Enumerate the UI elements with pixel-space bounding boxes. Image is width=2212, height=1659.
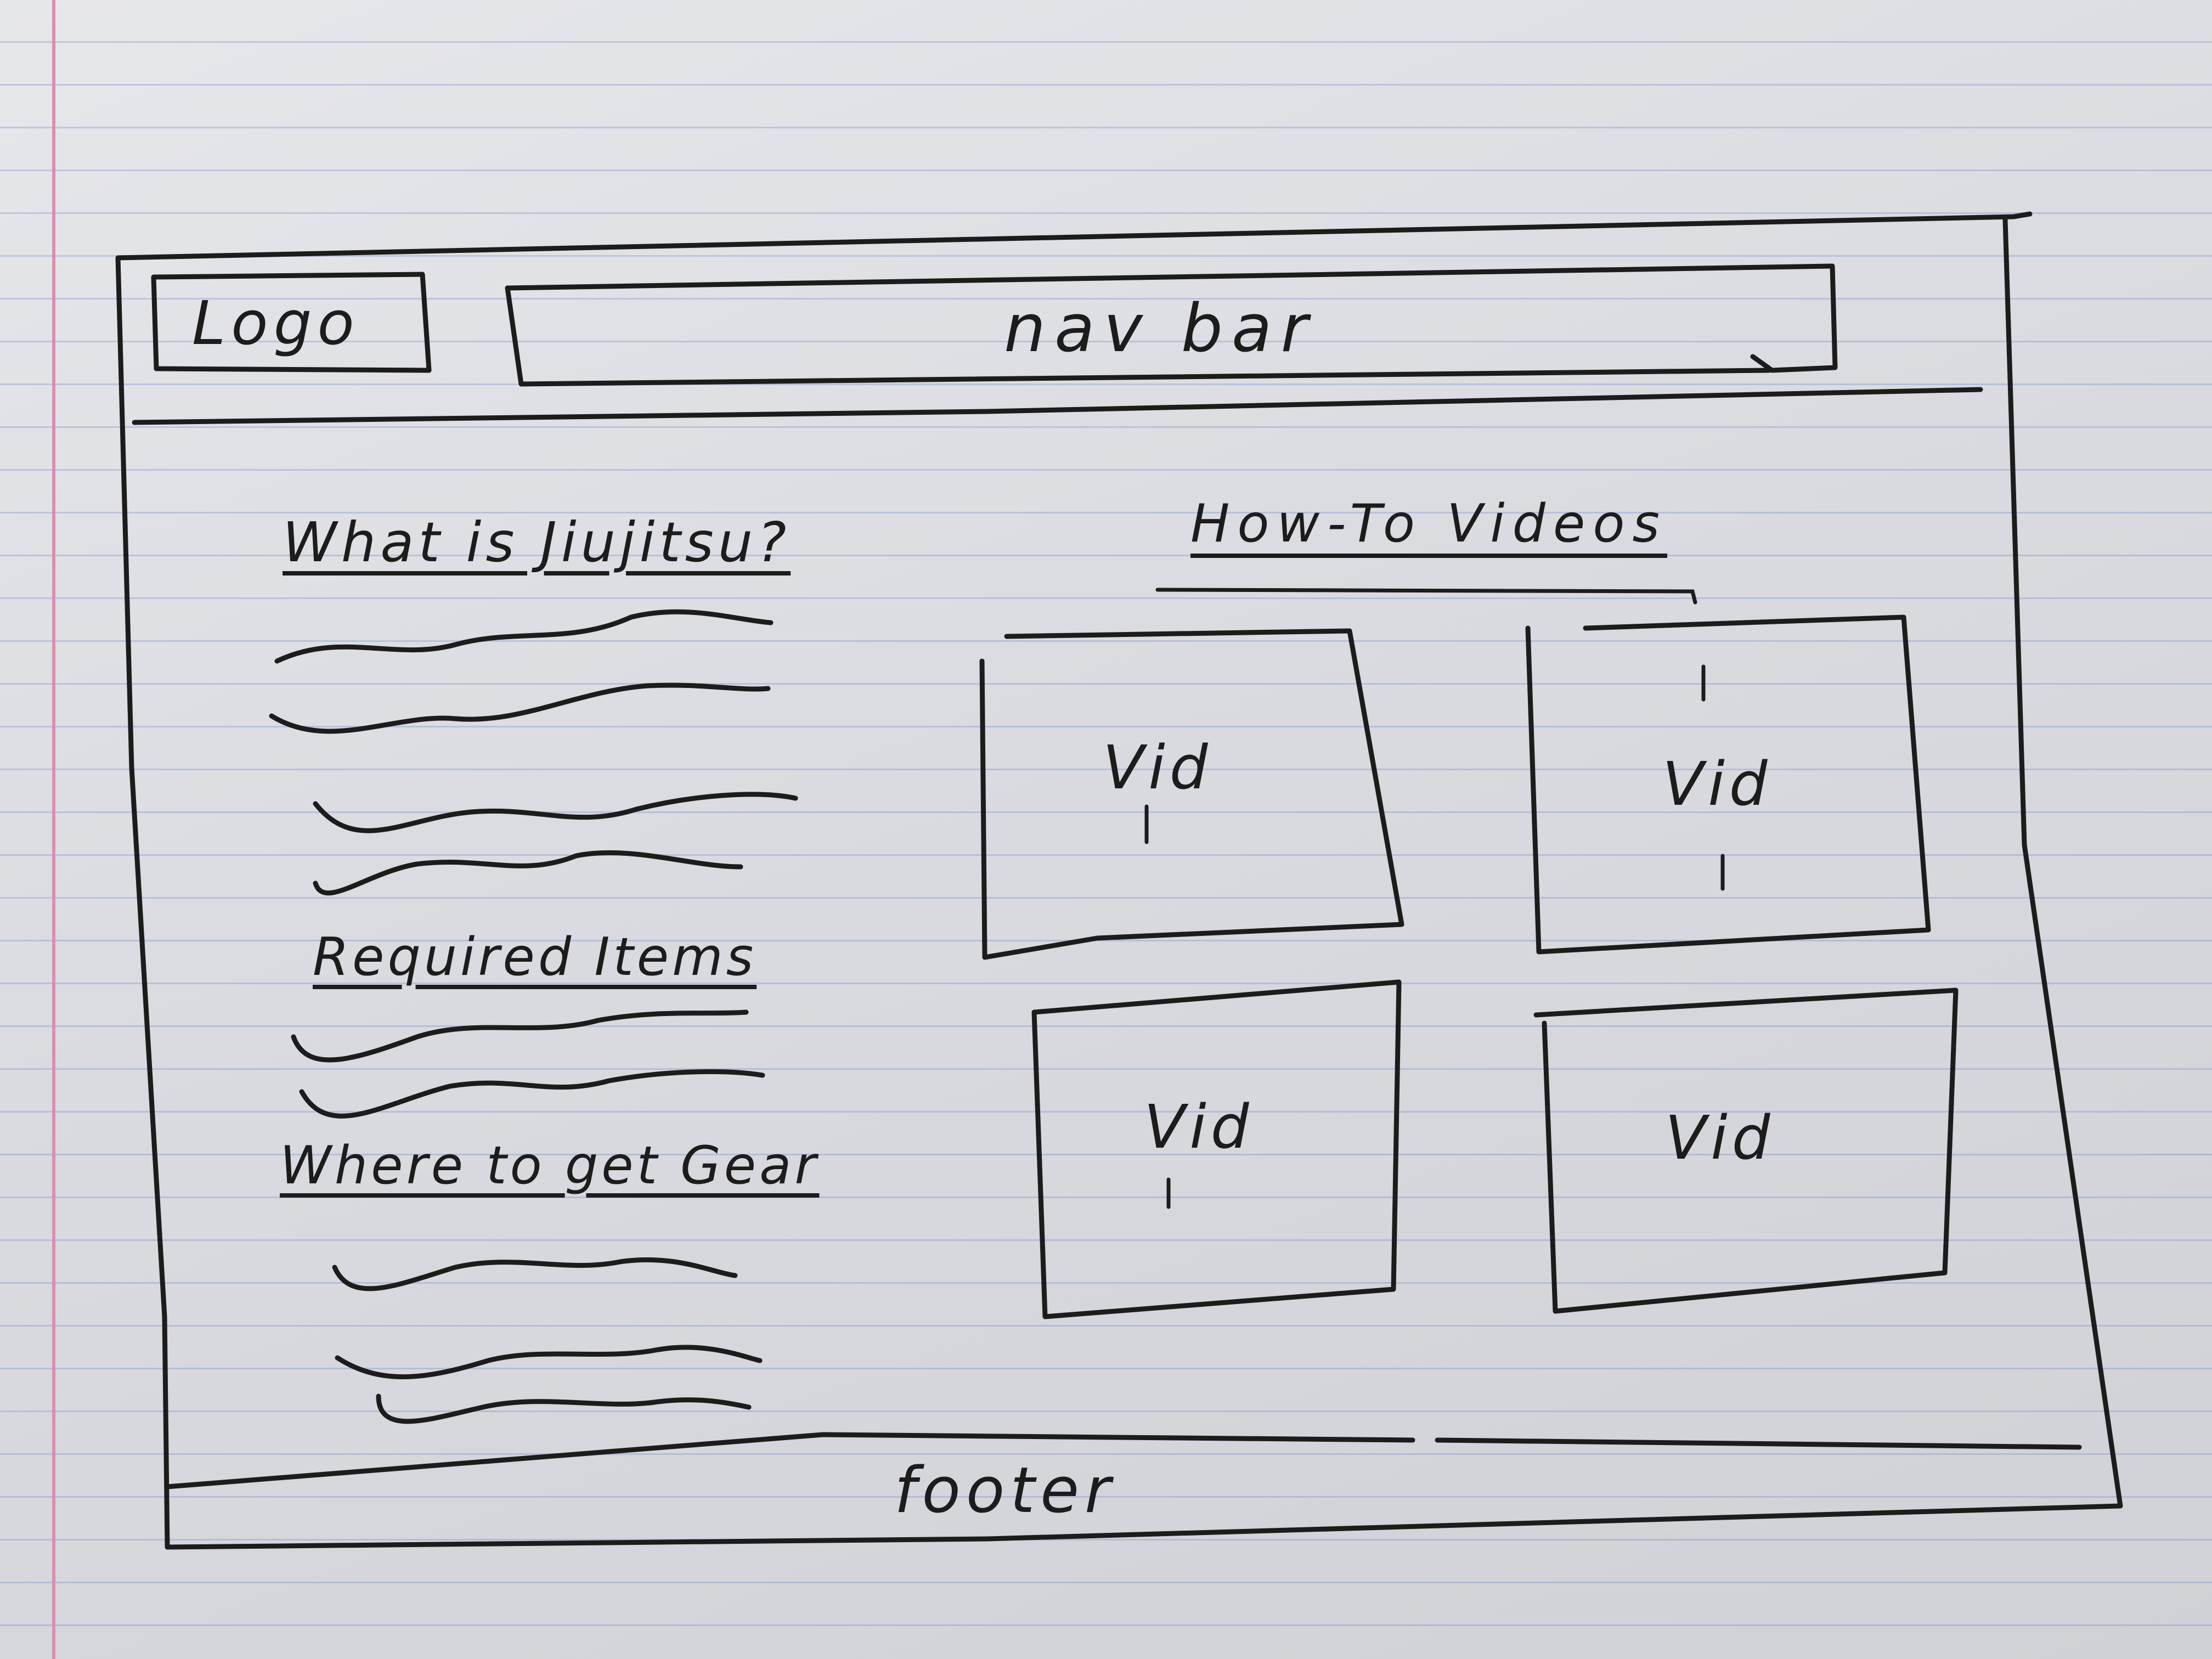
footer-divider: [165, 1432, 2082, 1489]
text-placeholder-line: [376, 1393, 752, 1424]
header-divider: [132, 387, 1983, 425]
text-placeholder-line: [313, 850, 743, 896]
video-placeholder-label: Vid: [1144, 1092, 1254, 1162]
section-heading-what-is-jiujitsu: What is Jiujitsu?: [283, 510, 791, 574]
videos-heading-rule: [1155, 588, 1697, 605]
text-placeholder-line: [269, 682, 771, 734]
videos-heading: How-To Videos: [1190, 494, 1667, 554]
text-placeholder-line: [313, 792, 798, 833]
video-placeholder-label: Vid: [1662, 749, 1772, 819]
footer-label: footer: [894, 1454, 1116, 1527]
text-placeholder-line: [299, 1069, 765, 1119]
section-heading-required-items: Required Items: [313, 927, 757, 988]
video-placeholder-label: Vid: [1665, 1103, 1775, 1173]
page-frame: [115, 211, 2123, 1550]
logo-label: Logo: [192, 288, 360, 358]
wireframe-sketch: [115, 211, 2123, 1550]
text-placeholder-line: [291, 1009, 749, 1063]
video-placeholder-label: Vid: [1103, 732, 1212, 803]
text-placeholder-line: [335, 1345, 763, 1380]
text-placeholder-line: [274, 609, 774, 664]
section-heading-where-to-get-gear: Where to get Gear: [280, 1136, 820, 1196]
text-placeholder-line: [332, 1257, 738, 1291]
nav-bar-label: nav bar: [1004, 291, 1317, 367]
